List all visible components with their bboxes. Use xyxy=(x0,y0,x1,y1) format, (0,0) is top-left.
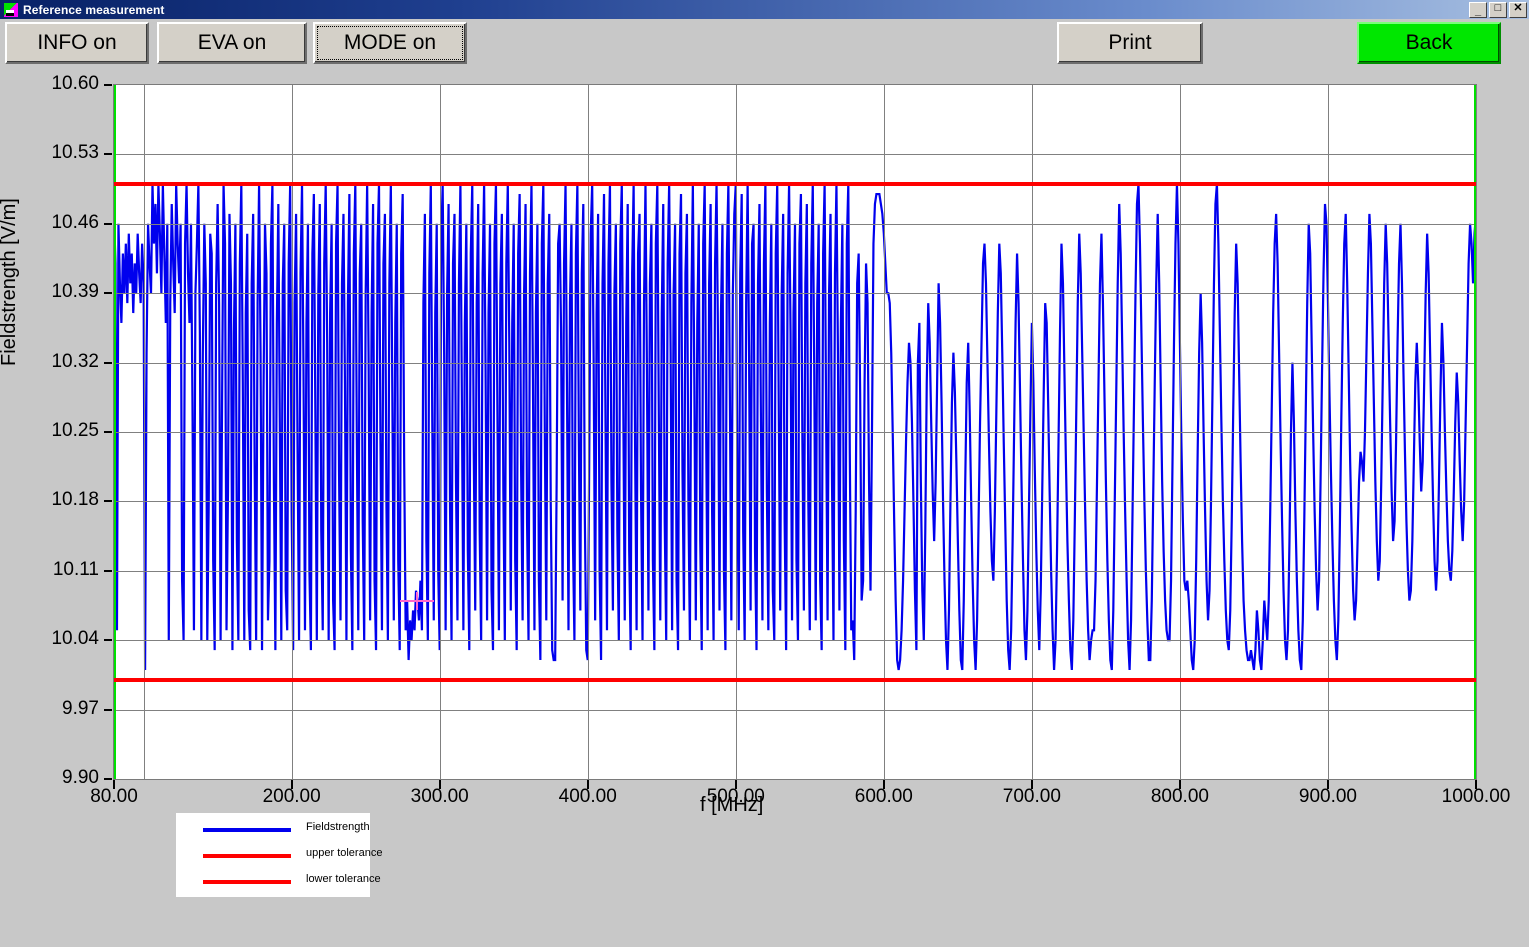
left-limit-line xyxy=(114,85,116,779)
close-button[interactable]: ✕ xyxy=(1509,2,1527,18)
app-icon xyxy=(4,2,18,17)
legend-color-swatch xyxy=(203,828,291,832)
x-axis-tick-label: 400.00 xyxy=(558,786,617,807)
mode-toggle-label: MODE on xyxy=(343,31,437,54)
minimize-icon: _ xyxy=(1474,5,1482,17)
x-axis-tick-label: 900.00 xyxy=(1298,786,1358,807)
x-axis-tick-mark xyxy=(586,780,589,789)
y-axis-tick-label: 10.18 xyxy=(51,489,99,511)
y-axis-tick-mark xyxy=(104,292,112,295)
x-axis-tick-mark xyxy=(1030,780,1033,789)
y-axis-tick-label: 10.11 xyxy=(52,558,99,580)
info-toggle-button[interactable]: INFO on xyxy=(5,22,149,64)
print-button[interactable]: Print xyxy=(1057,22,1203,64)
x-axis-tick-mark xyxy=(882,780,885,789)
y-axis-tick-label: 10.25 xyxy=(51,420,99,441)
eva-toggle-button[interactable]: EVA on xyxy=(157,22,307,64)
horizontal-gridline xyxy=(114,432,1476,433)
x-axis-tick-mark xyxy=(734,780,737,789)
y-axis-tick-label: 10.04 xyxy=(51,628,99,650)
toolbar: INFO on EVA on MODE on Print Back xyxy=(0,19,1529,66)
maximize-button[interactable]: □ xyxy=(1489,2,1507,18)
x-axis-tick-mark xyxy=(438,780,441,789)
window-title: Reference measurement xyxy=(23,2,165,17)
close-icon: ✕ xyxy=(1513,2,1523,14)
x-axis-tick-mark xyxy=(1178,780,1181,789)
y-axis-tick-label: 10.32 xyxy=(51,350,99,372)
y-axis-tick-mark xyxy=(104,569,112,572)
x-axis-tick-label: 80.00 xyxy=(90,786,138,807)
y-axis-tick-mark xyxy=(104,431,112,433)
lower-tolerance-line xyxy=(114,677,1476,682)
y-axis-tick-mark xyxy=(104,84,112,86)
right-limit-line xyxy=(1474,85,1476,779)
legend-label: lower tolerance xyxy=(306,873,381,885)
horizontal-gridline xyxy=(114,570,1476,572)
window-titlebar: Reference measurement _ □ ✕ xyxy=(0,0,1529,19)
x-axis-tick-label: 1000.00 xyxy=(1441,786,1511,807)
y-axis-tick-label: 10.53 xyxy=(51,142,99,164)
maximize-icon: □ xyxy=(1494,2,1502,14)
legend-entry: lower tolerance xyxy=(176,868,381,896)
legend-label: Fieldstrength xyxy=(306,821,370,833)
mode-toggle-button[interactable]: MODE on xyxy=(313,22,467,64)
x-axis-tick-label: 200.00 xyxy=(262,786,321,807)
x-axis-tick-label: 300.00 xyxy=(410,786,469,807)
legend-entry: Fieldstrength xyxy=(176,816,370,844)
horizontal-gridline xyxy=(114,293,1476,295)
x-axis-tick-label: 500.00 xyxy=(706,786,765,807)
horizontal-gridline xyxy=(114,154,1476,156)
chart-container: Fieldstrength [V/m] f [MHz] 10.60 10.53 10… xyxy=(0,66,1529,947)
minimize-button[interactable]: _ xyxy=(1469,2,1487,18)
cursor-vertical-bar xyxy=(416,591,419,610)
y-axis-tick-mark xyxy=(104,639,112,642)
x-axis-tick-label: 800.00 xyxy=(1150,786,1209,807)
y-axis-tick-label: 10.60 xyxy=(51,73,99,94)
horizontal-gridline xyxy=(114,362,1476,364)
vertical-gridline xyxy=(1476,85,1477,779)
x-axis-tick-label: 700.00 xyxy=(1002,786,1061,807)
x-axis-tick-mark xyxy=(1475,780,1477,789)
legend-color-swatch xyxy=(203,854,291,858)
upper-tolerance-line xyxy=(114,182,1476,187)
legend-entry: upper tolerance xyxy=(176,842,382,870)
y-axis-tick-mark xyxy=(104,708,112,711)
window-controls: _ □ ✕ xyxy=(1469,2,1527,18)
y-axis-tick-mark xyxy=(104,153,112,156)
y-axis-tick-mark xyxy=(104,500,112,503)
y-axis-tick-label: 10.46 xyxy=(51,211,99,233)
chart-legend: Fieldstrength upper tolerance lower tolera… xyxy=(176,813,382,897)
plot-area[interactable] xyxy=(113,84,1477,780)
y-axis-tick-label: 9.97 xyxy=(62,697,99,719)
horizontal-gridline xyxy=(114,640,1476,642)
y-axis-tick-mark xyxy=(104,361,112,364)
legend-label: upper tolerance xyxy=(306,847,383,859)
y-axis-tick-mark xyxy=(104,222,112,225)
y-axis-tick-mark xyxy=(104,778,112,780)
legend-color-swatch xyxy=(203,880,291,884)
y-axis-tick-label: 10.39 xyxy=(51,281,99,303)
x-axis-tick-label: 600.00 xyxy=(854,786,913,807)
horizontal-gridline xyxy=(114,709,1476,711)
x-axis-tick-mark xyxy=(1326,780,1329,789)
horizontal-gridline xyxy=(114,223,1476,225)
horizontal-gridline xyxy=(114,501,1476,503)
x-axis-tick-mark xyxy=(290,780,293,789)
x-axis-tick-mark xyxy=(113,780,115,789)
back-button[interactable]: Back xyxy=(1357,22,1501,64)
